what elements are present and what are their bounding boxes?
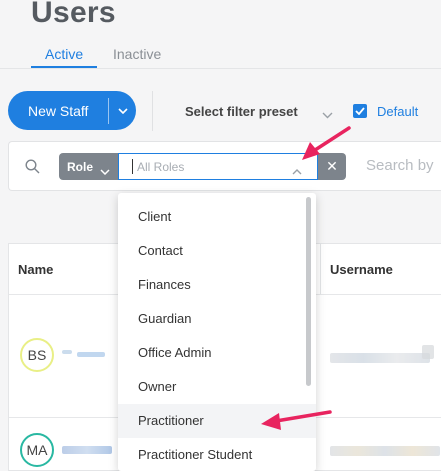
chevron-down-icon[interactable] <box>322 106 333 124</box>
dropdown-option-finances[interactable]: Finances <box>118 268 316 302</box>
redacted-name <box>77 352 105 357</box>
dropdown-option-office-admin[interactable]: Office Admin <box>118 336 316 370</box>
role-chip-label: Role <box>67 159 94 174</box>
new-staff-button[interactable]: New Staff <box>8 91 136 130</box>
tab-active[interactable]: Active <box>31 46 97 62</box>
avatar[interactable]: MA <box>20 433 54 467</box>
search-icon <box>25 159 40 179</box>
text-cursor <box>132 159 133 174</box>
redacted-username <box>330 353 430 363</box>
toolbar-divider <box>152 91 153 131</box>
dropdown-option-practitioner[interactable]: Practitioner <box>118 404 316 438</box>
role-dropdown-menu: Client Contact Finances Guardian Office … <box>118 193 316 471</box>
default-label: Default <box>377 104 419 119</box>
dropdown-option-practitioner-student[interactable]: Practitioner Student <box>118 438 316 471</box>
tab-inactive[interactable]: Inactive <box>113 46 161 62</box>
redacted-name <box>62 446 112 454</box>
redacted-username <box>422 345 434 359</box>
column-header-username[interactable]: Username <box>330 262 393 277</box>
search-input[interactable]: Search by <box>366 157 434 174</box>
clear-role-button[interactable]: ✕ <box>318 153 346 180</box>
header-divider <box>0 68 441 69</box>
page-title: Users <box>31 0 116 29</box>
redacted-name <box>62 350 72 354</box>
dropdown-option-client[interactable]: Client <box>118 200 316 234</box>
dropdown-option-contact[interactable]: Contact <box>118 234 316 268</box>
column-header-name[interactable]: Name <box>18 262 53 277</box>
chevron-up-icon[interactable] <box>292 162 302 180</box>
chevron-down-icon[interactable] <box>100 162 110 180</box>
default-checkbox[interactable] <box>353 104 367 118</box>
column-divider <box>320 244 321 294</box>
avatar-initials: MA <box>26 442 48 458</box>
dropdown-option-owner[interactable]: Owner <box>118 370 316 404</box>
dropdown-option-guardian[interactable]: Guardian <box>118 302 316 336</box>
avatar-initials: BS <box>27 347 47 363</box>
new-staff-label: New Staff <box>28 102 89 119</box>
new-staff-menu-chevron-icon[interactable] <box>109 107 136 114</box>
role-search-input[interactable] <box>118 153 318 180</box>
redacted-username <box>330 446 440 456</box>
filter-preset-select[interactable]: Select filter preset <box>185 104 298 119</box>
dropdown-scrollbar[interactable] <box>306 197 311 386</box>
avatar[interactable]: BS <box>20 338 54 372</box>
close-icon: ✕ <box>326 158 338 174</box>
